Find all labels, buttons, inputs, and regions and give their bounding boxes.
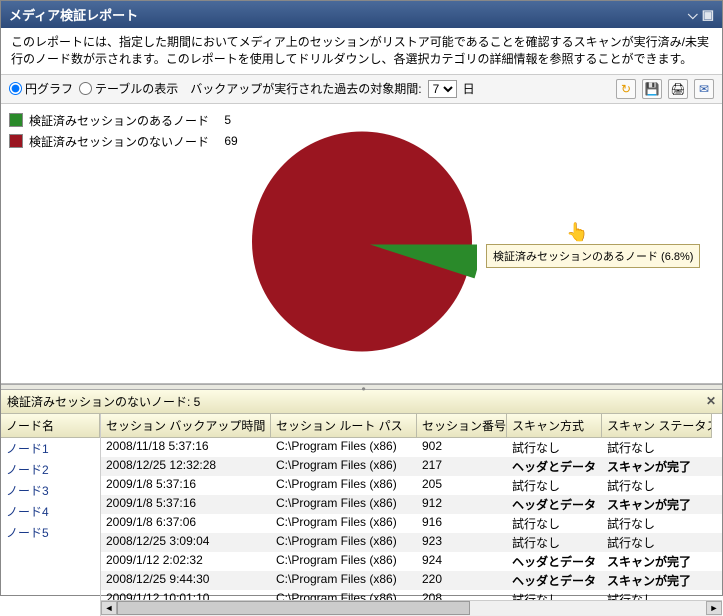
collapse-icon[interactable]: ⌵	[688, 7, 698, 23]
node-col-header[interactable]: ノード名	[1, 414, 100, 438]
pie-chart[interactable]	[247, 127, 477, 360]
legend: 検証済みセッションのあるノード 5 検証済みセッションのないノード 69	[9, 112, 238, 154]
chart-tooltip: 検証済みセッションのあるノード (6.8%)	[486, 244, 700, 268]
node-item[interactable]: ノード5	[1, 522, 100, 543]
table-row[interactable]: 2008/11/18 5:37:16C:\Program Files (x86)…	[101, 438, 722, 457]
refresh-icon[interactable]: ↻	[616, 79, 636, 99]
table-row[interactable]: 2008/12/25 12:32:28C:\Program Files (x86…	[101, 457, 722, 476]
h-scrollbar[interactable]: ◄ ►	[101, 600, 722, 616]
table-row[interactable]: 2009/1/8 6:37:06C:\Program Files (x86)91…	[101, 514, 722, 533]
cursor-icon: 👆	[566, 222, 588, 243]
col-scan-status[interactable]: スキャン ステータス	[602, 414, 712, 438]
table-row[interactable]: 2009/1/8 5:37:16C:\Program Files (x86)91…	[101, 495, 722, 514]
toolbar: 円グラフ テーブルの表示 バックアップが実行された過去の対象期間: 7 日 ↻ …	[1, 75, 722, 104]
window-title: メディア検証レポート	[9, 5, 138, 24]
legend-item-verified[interactable]: 検証済みセッションのあるノード 5	[9, 112, 238, 129]
node-item[interactable]: ノード2	[1, 459, 100, 480]
radio-table[interactable]: テーブルの表示	[79, 80, 178, 97]
save-icon[interactable]: 💾	[642, 79, 662, 99]
table-row[interactable]: 2009/1/8 5:37:16C:\Program Files (x86)20…	[101, 476, 722, 495]
chart-area: 検証済みセッションのあるノード 5 検証済みセッションのないノード 69 👆 検…	[1, 104, 722, 384]
legend-item-unverified[interactable]: 検証済みセッションのないノード 69	[9, 133, 238, 150]
scroll-thumb[interactable]	[117, 601, 470, 615]
legend-swatch	[9, 134, 23, 148]
col-scan-method[interactable]: スキャン方式	[507, 414, 602, 438]
node-item[interactable]: ノード4	[1, 501, 100, 522]
period-select[interactable]: 7	[428, 80, 457, 98]
table-row[interactable]: 2008/12/25 9:44:30C:\Program Files (x86)…	[101, 571, 722, 590]
table-row[interactable]: 2009/1/12 2:02:32C:\Program Files (x86)9…	[101, 552, 722, 571]
scroll-right-icon[interactable]: ►	[706, 601, 722, 615]
period-label: バックアップが実行された過去の対象期間:	[190, 80, 421, 97]
table-panel: セッション バックアップ時間 セッション ルート パス セッション番号 スキャン…	[101, 414, 722, 616]
grid-body: ノード名 ノード1ノード2ノード3ノード4ノード5 セッション バックアップ時間…	[1, 414, 722, 616]
col-session-no[interactable]: セッション番号	[417, 414, 507, 438]
col-root-path[interactable]: セッション ルート パス	[271, 414, 417, 438]
radio-pie[interactable]: 円グラフ	[9, 80, 73, 97]
node-item[interactable]: ノード3	[1, 480, 100, 501]
scroll-left-icon[interactable]: ◄	[101, 601, 117, 615]
period-unit: 日	[463, 80, 475, 97]
close-icon[interactable]: ✕	[706, 394, 716, 408]
titlebar: メディア検証レポート ⌵ ▣	[1, 1, 722, 28]
print-icon[interactable]: 🖨	[668, 79, 688, 99]
node-item[interactable]: ノード1	[1, 438, 100, 459]
grid-title: 検証済みセッションのないノード: 5	[7, 393, 200, 410]
legend-swatch	[9, 113, 23, 127]
splitter[interactable]	[1, 384, 722, 390]
col-session-time[interactable]: セッション バックアップ時間	[101, 414, 271, 438]
report-description: このレポートには、指定した期間においてメディア上のセッションがリストア可能である…	[1, 28, 722, 75]
table-row[interactable]: 2008/12/25 3:09:04C:\Program Files (x86)…	[101, 533, 722, 552]
mail-icon[interactable]: ✉	[694, 79, 714, 99]
maximize-icon[interactable]: ▣	[702, 7, 714, 23]
node-panel: ノード名 ノード1ノード2ノード3ノード4ノード5	[1, 414, 101, 616]
